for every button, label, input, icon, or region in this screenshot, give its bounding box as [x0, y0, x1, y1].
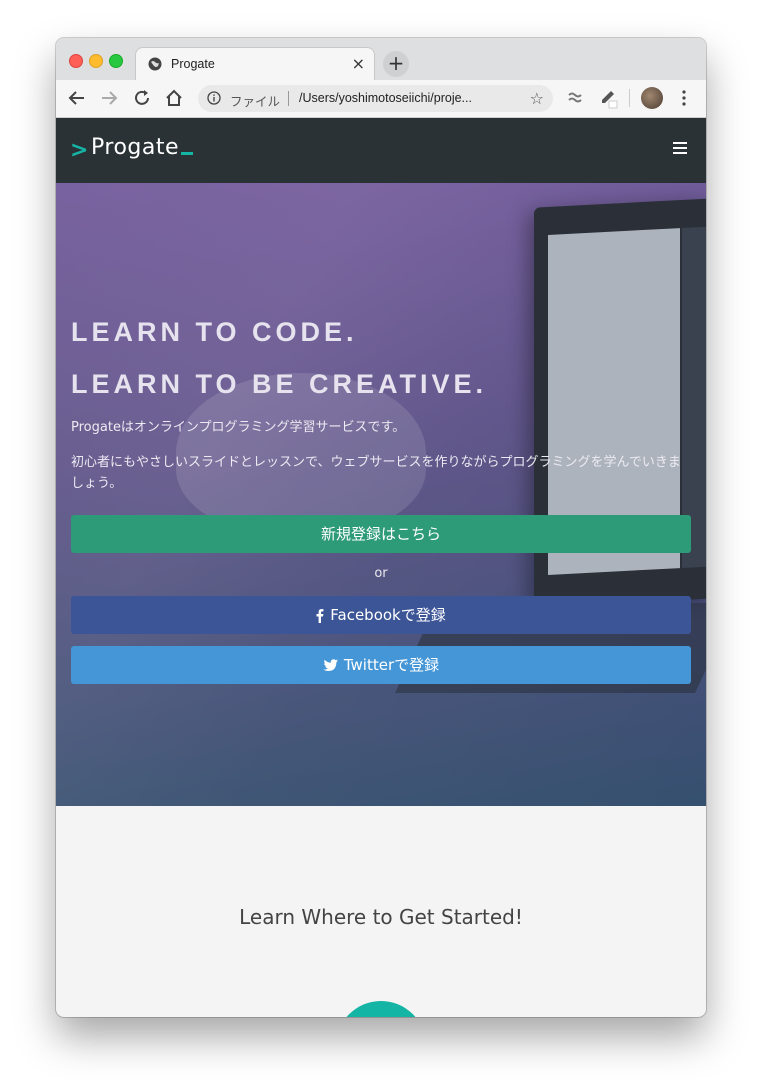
more-menu-icon[interactable]	[673, 87, 695, 109]
browser-window: Progate × + ファイル /Users/yoshimotoseiichi…	[56, 38, 706, 1017]
signup-button-label: 新規登録はこちら	[320, 525, 441, 543]
new-tab-button[interactable]: +	[383, 51, 409, 77]
hero-headline-2: LEARN TO BE CREATIVE.	[71, 369, 488, 399]
extension-icon[interactable]	[564, 87, 586, 109]
home-icon[interactable]	[163, 87, 185, 109]
bookmark-star-icon[interactable]: ☆	[530, 89, 544, 108]
page-content: > Progate LEARN TO CODE. LEARN TO BE CRE…	[56, 118, 706, 1017]
toolbar-divider	[629, 89, 630, 107]
twitter-icon	[323, 659, 338, 671]
hero-description-1: Progateはオンラインプログラミング学習サービスです。	[71, 420, 406, 435]
logo-arrow: >	[70, 138, 89, 163]
facebook-button-label: Facebookで登録	[330, 606, 446, 624]
tab-progate[interactable]: Progate ×	[135, 47, 375, 82]
eyedropper-icon[interactable]	[596, 87, 618, 109]
twitter-signup-button[interactable]: Twitterで登録	[71, 646, 691, 684]
browser-toolbar: ファイル /Users/yoshimotoseiichi/proje... ☆	[56, 80, 706, 118]
url-text[interactable]: /Users/yoshimotoseiichi/proje...	[299, 91, 472, 105]
hero-headline-1: LEARN TO CODE.	[71, 317, 358, 347]
signup-button[interactable]: 新規登録はこちら	[71, 515, 691, 553]
reload-icon[interactable]	[131, 87, 153, 109]
url-scheme-label: ファイル	[230, 94, 281, 109]
globe-icon	[148, 57, 162, 71]
site-navbar: > Progate	[56, 118, 706, 183]
or-divider-text: or	[374, 566, 388, 581]
tab-title: Progate	[171, 57, 215, 71]
minimize-window-button[interactable]	[89, 54, 103, 68]
tab-strip: Progate × +	[56, 38, 706, 82]
info-icon[interactable]	[207, 91, 221, 105]
logo-text: Progate	[91, 135, 180, 160]
section-title: Learn Where to Get Started!	[239, 905, 523, 929]
maximize-window-button[interactable]	[109, 54, 123, 68]
facebook-icon	[316, 609, 324, 623]
logo-cursor	[181, 152, 193, 155]
course-circle-graphic	[336, 1001, 426, 1017]
hero-description-2: 初心者にもやさしいスライドとレッスンで、ウェブサービスを作りながらプログラミング…	[71, 455, 681, 491]
url-divider	[288, 91, 289, 106]
twitter-button-label: Twitterで登録	[343, 656, 440, 674]
profile-avatar[interactable]	[641, 87, 663, 109]
hero-section: LEARN TO CODE. LEARN TO BE CREATIVE. Pro…	[56, 183, 706, 806]
back-arrow-icon[interactable]	[66, 87, 88, 109]
facebook-signup-button[interactable]: Facebookで登録	[71, 596, 691, 634]
close-window-button[interactable]	[69, 54, 83, 68]
hamburger-menu-icon[interactable]	[673, 142, 687, 154]
forward-arrow-icon[interactable]	[98, 87, 120, 109]
close-tab-icon[interactable]: ×	[352, 54, 365, 73]
address-bar[interactable]: ファイル /Users/yoshimotoseiichi/proje... ☆	[198, 85, 553, 112]
